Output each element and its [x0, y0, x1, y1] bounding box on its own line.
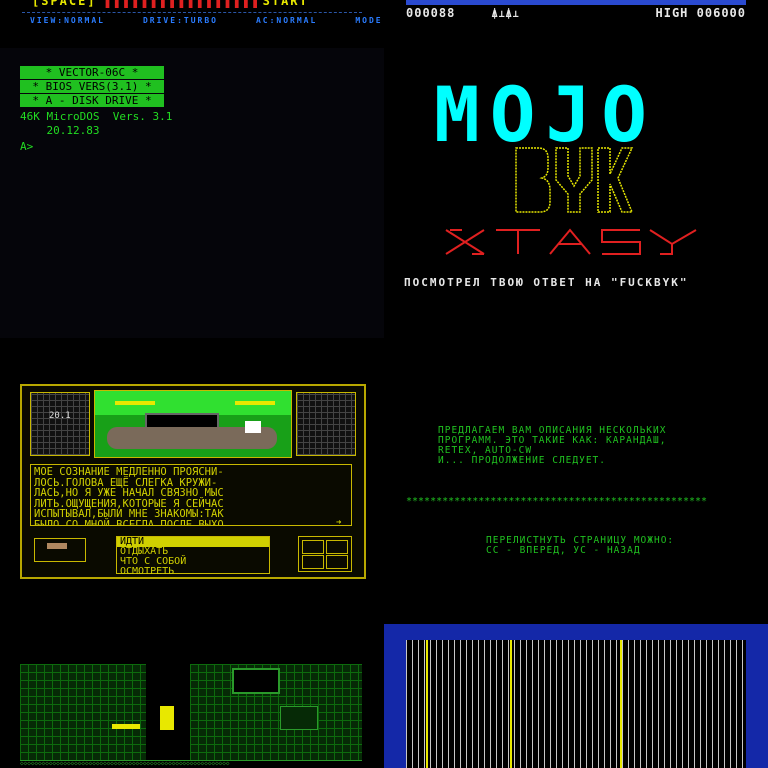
yellow-bar-2	[510, 640, 512, 768]
menu-ac[interactable]: AC:NORMAL	[256, 16, 317, 25]
dos-version: 46K MicroDOS Vers. 3.1	[20, 110, 173, 123]
clock-readout: 20.1	[49, 411, 71, 421]
floor-strip: ◇◇◇◇◇◇◇◇◇◇◇◇◇◇◇◇◇◇◇◇◇◇◇◇◇◇◇◇◇◇◇◇◇◇◇◇◇◇◇◇…	[20, 760, 362, 767]
adventure-panel: 20.1 МОЕ СОЗНАНИЕ МЕДЛЕННО ПРОЯСНИ- ЛОСЬ…	[0, 384, 384, 624]
title-left-text: [SPACE]	[32, 0, 106, 8]
story-text: МОЕ СОЗНАНИЕ МЕДЛЕННО ПРОЯСНИ- ЛОСЬ.ГОЛО…	[30, 464, 352, 526]
menu-view[interactable]: VIEW:NORMAL	[30, 16, 105, 25]
nav-instructions: ПЕРЕЛИСТНУТЬ СТРАНИЦУ МОЖНО: СС - ВПЕРЕД…	[486, 535, 675, 556]
grid-icon-3[interactable]	[302, 555, 324, 569]
high-value: 006000	[696, 6, 746, 20]
vertical-bars-field	[406, 640, 746, 768]
lying-figure	[112, 724, 140, 729]
info-panel: ****************************************…	[384, 384, 768, 624]
grid-icon-4[interactable]	[326, 555, 348, 569]
stars-bottom: ****************************************…	[406, 496, 708, 507]
top-divider	[22, 12, 362, 13]
dos-date: 20.12.83	[20, 124, 100, 137]
scene-light-right	[235, 401, 275, 405]
emulator-menu: VIEW:NORMAL DRIVE:TURBO AC:NORMAL MODE:128	[30, 16, 384, 25]
yellow-bar-1	[426, 640, 428, 768]
menu-mode[interactable]: MODE:128	[355, 16, 384, 25]
title-stripes: ▌▌▌▌▌▌▌▌▌▌▌▌▌▌▌▌▌	[105, 0, 263, 8]
high-score: HIGH 006000	[656, 6, 747, 20]
logo-xtasy	[445, 228, 697, 255]
console-machine	[280, 706, 318, 730]
title-right-text: START	[262, 0, 309, 8]
player-sprite	[160, 706, 174, 730]
logo-mojo: MOJO	[434, 70, 658, 159]
dos-prompt[interactable]: A>	[20, 140, 33, 154]
scroll-message: ПОСМОТРЕЛ ТВОЮ ОТВЕТ НА "FUCKBYK"	[404, 276, 689, 289]
yellow-bar-3	[620, 640, 622, 768]
boot-box-drive: * A - DISK DRIVE *	[20, 94, 164, 107]
wall-monitor	[232, 668, 280, 694]
score-row: 000088 ⍋⊥⍋⊥ HIGH 006000	[406, 6, 746, 20]
grid-icon-2[interactable]	[326, 540, 348, 554]
logo-byk	[515, 147, 634, 213]
brick-wall-left	[20, 664, 146, 760]
boot-box-vector: * VECTOR-06C *	[20, 66, 164, 79]
platform-game-panel: ◇◇◇◇◇◇◇◇◇◇◇◇◇◇◇◇◇◇◇◇◇◇◇◇◇◇◇◇◇◇◇◇◇◇◇◇◇◇◇◇…	[0, 624, 384, 768]
right-gadget-panel	[296, 392, 356, 456]
top-bar	[406, 0, 746, 5]
scene-light-left	[115, 401, 155, 405]
battery-fill	[47, 543, 67, 549]
grid-icon-1[interactable]	[302, 540, 324, 554]
high-label: HIGH	[655, 6, 689, 20]
offer-text: ПРЕДЛАГАЕМ ВАМ ОПИСАНИЯ НЕСКОЛЬКИХ ПРОГР…	[438, 425, 667, 466]
title-screen-panel: 000088 ⍋⊥⍋⊥ HIGH 006000 MOJO ПОСМОТРЕЛ Т…	[384, 0, 768, 384]
action-menu: ИДТИ ОТДЫХАТЬ ЧТО С СОБОЙ ОСМОТРЕТЬ	[116, 536, 270, 577]
scene-view	[94, 390, 292, 458]
boot-screen-panel: [SPACE] ▌▌▌▌▌▌▌▌▌▌▌▌▌▌▌▌▌START VIEW:NORM…	[0, 0, 384, 384]
icon-grid	[298, 536, 352, 572]
menu-drive[interactable]: DRIVE:TURBO	[143, 16, 218, 25]
adventure-frame: 20.1 МОЕ СОЗНАНИЕ МЕДЛЕННО ПРОЯСНИ- ЛОСЬ…	[20, 384, 366, 579]
battery-icon	[34, 538, 86, 562]
dos-console: * VECTOR-06C * * BIOS VERS(3.1) * * A - …	[0, 48, 384, 338]
arrow-down-icon[interactable]: ➜	[336, 518, 341, 528]
menu-item-look[interactable]: ОСМОТРЕТЬ	[117, 567, 269, 577]
scene-terminal	[245, 421, 261, 433]
bars-panel	[384, 624, 768, 768]
left-gadget-panel: 20.1	[30, 392, 90, 456]
boot-box-bios: * BIOS VERS(3.1) *	[20, 80, 164, 93]
top-title: [SPACE] ▌▌▌▌▌▌▌▌▌▌▌▌▌▌▌▌▌START	[32, 0, 309, 8]
score-value: 000088	[406, 6, 456, 20]
lives-ship-icon: ⍋⊥⍋⊥	[491, 9, 520, 20]
